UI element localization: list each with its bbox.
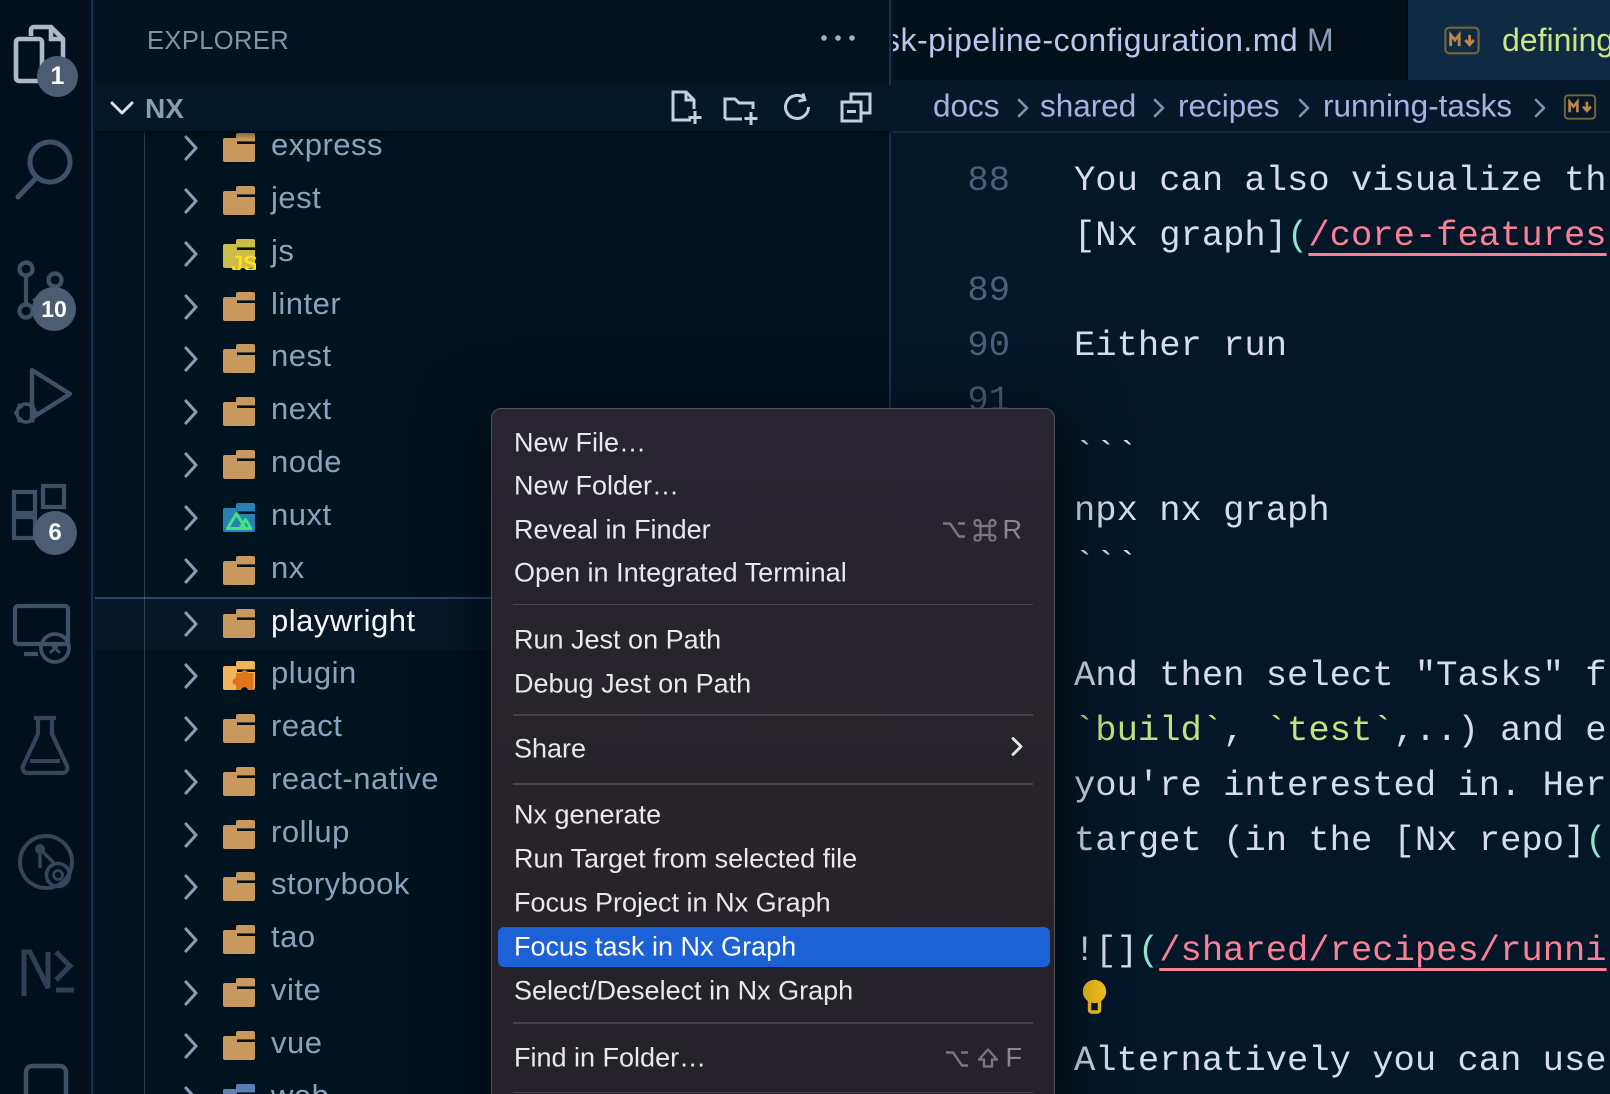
svg-text:JS: JS: [231, 251, 256, 270]
